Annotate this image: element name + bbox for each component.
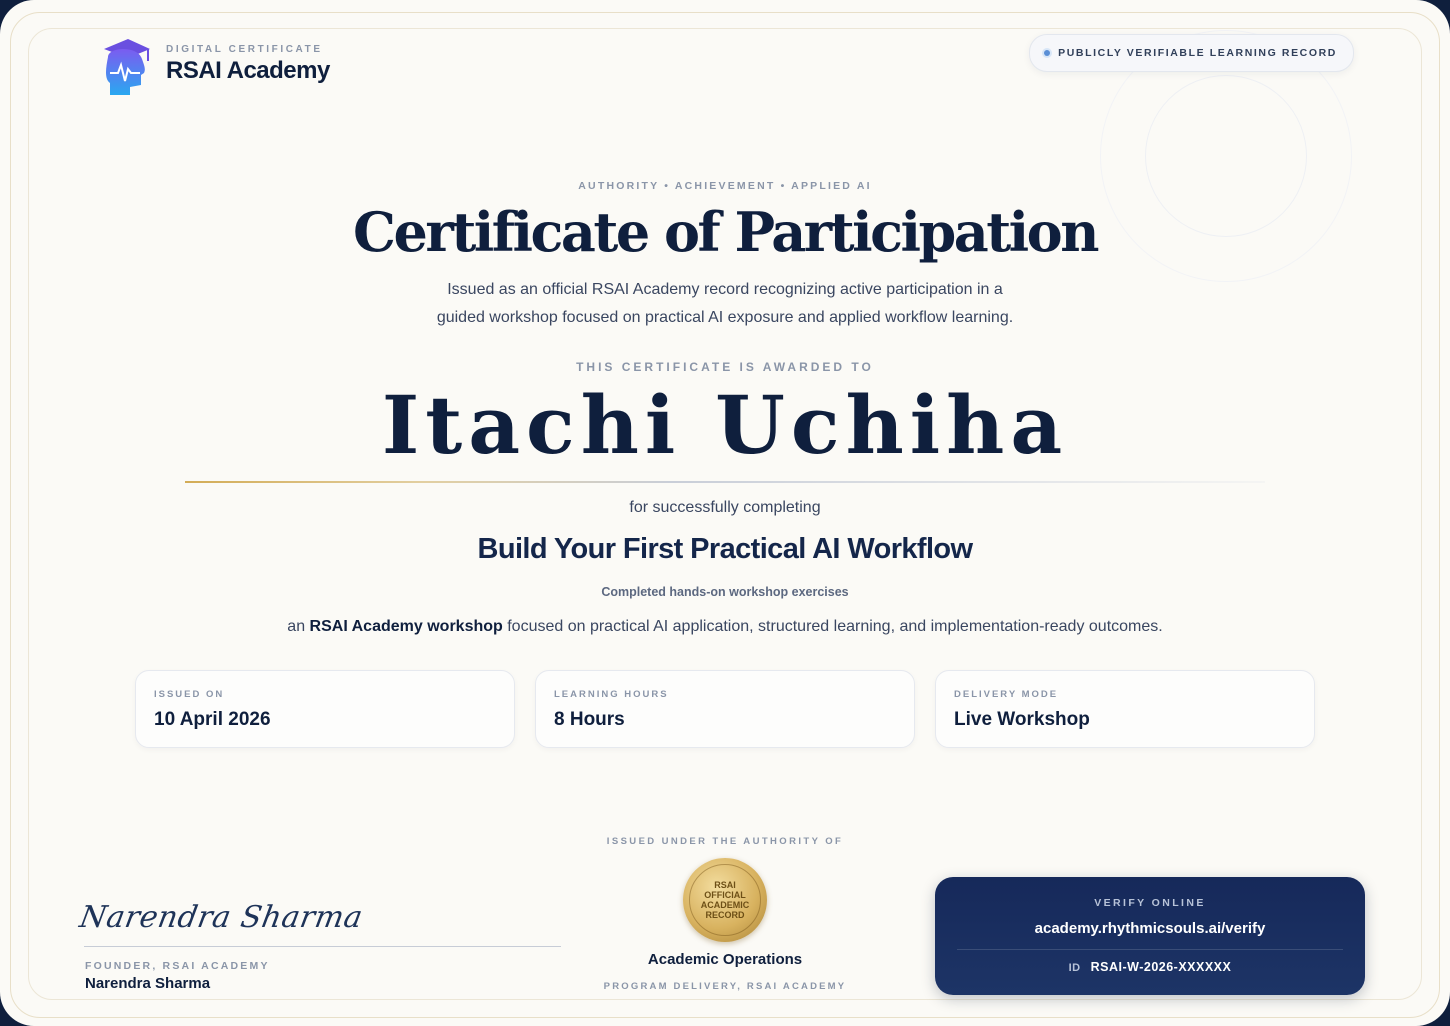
intro-line: Issued as an official RSAI Academy recor… bbox=[447, 281, 1003, 298]
brand-kicker: DIGITAL CERTIFICATE bbox=[166, 43, 323, 55]
detail-label: LEARNING HOURS bbox=[554, 689, 669, 700]
course-subtitle: Completed hands-on workshop exercises bbox=[601, 585, 849, 599]
status-dot-icon bbox=[1044, 50, 1051, 56]
seal-line: OFFICIAL bbox=[704, 890, 746, 900]
signature-line bbox=[84, 946, 561, 947]
academy-logo-icon bbox=[104, 39, 150, 95]
course-title: Build Your First Practical AI Workflow bbox=[477, 533, 974, 565]
official-seal-icon: RSAI OFFICIAL ACADEMIC RECORD bbox=[683, 858, 767, 942]
certificate-title: Certificate of Participation bbox=[353, 200, 1099, 264]
id-key: ID bbox=[1068, 962, 1081, 974]
desc-prefix: an bbox=[287, 618, 310, 635]
verify-url-link[interactable]: academy.rhythmicsouls.ai/verify bbox=[935, 920, 1365, 937]
certificate-sheet: DIGITAL CERTIFICATE RSAI Academy PUBLICL… bbox=[0, 0, 1450, 1026]
awarded-label: THIS CERTIFICATE IS AWARDED TO bbox=[576, 360, 874, 374]
completion-text: for successfully completing bbox=[629, 499, 821, 516]
handwritten-signature: Narendra Sharma bbox=[76, 900, 366, 935]
name-divider bbox=[185, 481, 1265, 483]
seal-line: RSAI bbox=[714, 880, 736, 890]
seal-text: RSAI OFFICIAL ACADEMIC RECORD bbox=[689, 864, 761, 936]
course-description: an RSAI Academy workshop focused on prac… bbox=[0, 618, 1450, 636]
detail-card-issued: ISSUED ON 10 April 2026 bbox=[135, 670, 515, 748]
detail-value: 10 April 2026 bbox=[154, 709, 271, 730]
detail-value: 8 Hours bbox=[554, 709, 625, 730]
brand-name: RSAI Academy bbox=[166, 56, 330, 84]
verify-divider bbox=[957, 949, 1343, 950]
detail-label: ISSUED ON bbox=[154, 689, 225, 700]
certificate-kicker: AUTHORITY • ACHIEVEMENT • APPLIED AI bbox=[578, 180, 872, 192]
detail-value: Live Workshop bbox=[954, 709, 1090, 730]
detail-label: DELIVERY MODE bbox=[954, 689, 1059, 700]
verification-badge-label: PUBLICLY VERIFIABLE LEARNING RECORD bbox=[1058, 47, 1337, 59]
recipient-name: Itachi Uchiha bbox=[381, 378, 1069, 472]
certificate-intro: Issued as an official RSAI Academy recor… bbox=[0, 276, 1450, 332]
authority-label: ISSUED UNDER THE AUTHORITY OF bbox=[606, 836, 844, 847]
brand: DIGITAL CERTIFICATE RSAI Academy bbox=[98, 32, 330, 96]
detail-card-mode: DELIVERY MODE Live Workshop bbox=[935, 670, 1315, 748]
desc-suffix: focused on practical AI application, str… bbox=[502, 618, 1163, 635]
details-cards: ISSUED ON 10 April 2026 LEARNING HOURS 8… bbox=[135, 670, 1315, 748]
verification-badge: PUBLICLY VERIFIABLE LEARNING RECORD bbox=[1029, 34, 1354, 72]
verify-panel: VERIFY ONLINE academy.rhythmicsouls.ai/v… bbox=[935, 877, 1365, 995]
seal-line: RECORD bbox=[705, 910, 745, 920]
intro-line: guided workshop focused on practical AI … bbox=[436, 309, 1014, 326]
verify-label: VERIFY ONLINE bbox=[1094, 897, 1206, 909]
certificate-id: ID RSAI-W-2026-XXXXXX bbox=[935, 960, 1365, 974]
seal-line: ACADEMIC bbox=[700, 900, 750, 910]
detail-card-hours: LEARNING HOURS 8 Hours bbox=[535, 670, 915, 748]
desc-bold: RSAI Academy workshop bbox=[309, 618, 503, 635]
id-value: RSAI-W-2026-XXXXXX bbox=[1090, 960, 1232, 974]
